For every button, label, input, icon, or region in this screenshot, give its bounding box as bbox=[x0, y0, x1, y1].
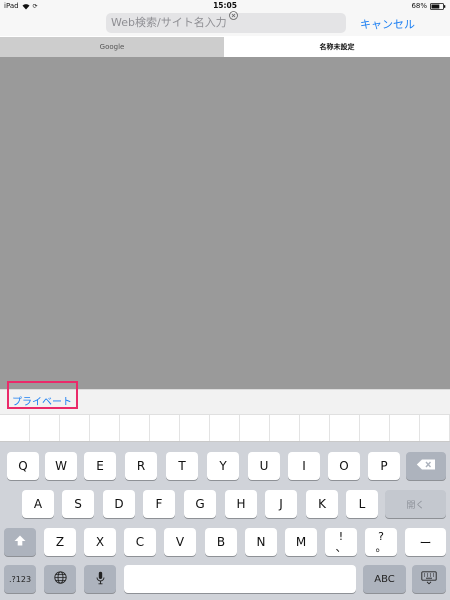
key-n[interactable]: N bbox=[245, 528, 277, 556]
backspace-icon bbox=[416, 459, 436, 473]
key-m[interactable]: M bbox=[285, 528, 317, 556]
key-i[interactable]: I bbox=[288, 452, 320, 480]
candidate-slot[interactable] bbox=[210, 415, 240, 441]
software-keyboard: Q W E R T Y U I O P A S D F G H J K L 開く… bbox=[0, 442, 450, 600]
candidate-slot[interactable] bbox=[150, 415, 180, 441]
key-w[interactable]: W bbox=[45, 452, 77, 480]
status-bar: iPad ⟳ 15:05 68% bbox=[0, 0, 450, 12]
page-content-area bbox=[0, 57, 450, 389]
key-r[interactable]: R bbox=[125, 452, 157, 480]
search-input[interactable]: Web検索/サイト名入力 bbox=[106, 13, 346, 33]
key-a[interactable]: A bbox=[22, 490, 54, 518]
candidate-slot[interactable] bbox=[300, 415, 330, 441]
key-dash[interactable]: ー bbox=[405, 528, 446, 556]
candidate-slot[interactable] bbox=[90, 415, 120, 441]
cancel-button[interactable]: キャンセル bbox=[360, 16, 415, 32]
numbers-key[interactable]: .?123 bbox=[4, 565, 36, 593]
key-l[interactable]: L bbox=[346, 490, 378, 518]
key-d[interactable]: D bbox=[103, 490, 135, 518]
key-comma-bottom: 、 bbox=[335, 541, 347, 554]
battery-percent: 68% bbox=[411, 2, 427, 10]
battery-icon bbox=[430, 2, 446, 10]
key-p[interactable]: P bbox=[368, 452, 400, 480]
key-period[interactable]: ? 。 bbox=[365, 528, 397, 556]
key-u[interactable]: U bbox=[248, 452, 280, 480]
candidate-slot[interactable] bbox=[180, 415, 210, 441]
shift-up-icon bbox=[14, 535, 26, 549]
key-c[interactable]: C bbox=[124, 528, 156, 556]
space-key[interactable] bbox=[124, 565, 356, 593]
candidate-slot[interactable] bbox=[30, 415, 60, 441]
key-z[interactable]: Z bbox=[44, 528, 76, 556]
key-v[interactable]: V bbox=[164, 528, 196, 556]
candidate-slot[interactable] bbox=[0, 415, 30, 441]
key-e[interactable]: E bbox=[84, 452, 116, 480]
shift-key[interactable] bbox=[4, 528, 36, 556]
key-k[interactable]: K bbox=[306, 490, 338, 518]
dictation-key[interactable] bbox=[84, 565, 116, 593]
return-key[interactable]: 開く bbox=[385, 490, 446, 518]
dismiss-keyboard-key[interactable] bbox=[412, 565, 446, 593]
key-b[interactable]: B bbox=[205, 528, 237, 556]
key-f[interactable]: F bbox=[143, 490, 175, 518]
key-h[interactable]: H bbox=[225, 490, 257, 518]
key-t[interactable]: T bbox=[166, 452, 198, 480]
tab-bar: Google 名称未設定 bbox=[0, 37, 450, 57]
keyboard-dismiss-icon bbox=[421, 570, 437, 588]
candidate-slot[interactable] bbox=[60, 415, 90, 441]
candidate-slot[interactable] bbox=[360, 415, 390, 441]
key-x[interactable]: X bbox=[84, 528, 116, 556]
candidate-slot[interactable] bbox=[420, 415, 450, 441]
candidate-slot[interactable] bbox=[330, 415, 360, 441]
candidate-bar bbox=[0, 414, 450, 442]
address-bar-header: Web検索/サイト名入力 キャンセル bbox=[0, 12, 450, 36]
candidate-slot[interactable] bbox=[390, 415, 420, 441]
globe-icon bbox=[53, 571, 67, 587]
tab-close-icon[interactable] bbox=[229, 5, 238, 20]
private-highlight-box bbox=[7, 381, 78, 409]
tab-google[interactable]: Google bbox=[0, 37, 224, 57]
globe-key[interactable] bbox=[44, 565, 76, 593]
key-s[interactable]: S bbox=[62, 490, 94, 518]
status-time: 15:05 bbox=[213, 1, 237, 10]
key-y[interactable]: Y bbox=[207, 452, 239, 480]
candidate-slot[interactable] bbox=[240, 415, 270, 441]
key-j[interactable]: J bbox=[265, 490, 297, 518]
key-g[interactable]: G bbox=[184, 490, 216, 518]
candidate-slot[interactable] bbox=[120, 415, 150, 441]
key-q[interactable]: Q bbox=[7, 452, 39, 480]
backspace-key[interactable] bbox=[406, 452, 446, 480]
key-comma[interactable]: ! 、 bbox=[325, 528, 357, 556]
tab-untitled[interactable]: 名称未設定 bbox=[224, 37, 450, 57]
candidate-slot[interactable] bbox=[270, 415, 300, 441]
key-period-bottom: 。 bbox=[375, 541, 387, 554]
key-o[interactable]: O bbox=[328, 452, 360, 480]
abc-key[interactable]: ABC bbox=[363, 565, 406, 593]
microphone-icon bbox=[96, 571, 105, 588]
